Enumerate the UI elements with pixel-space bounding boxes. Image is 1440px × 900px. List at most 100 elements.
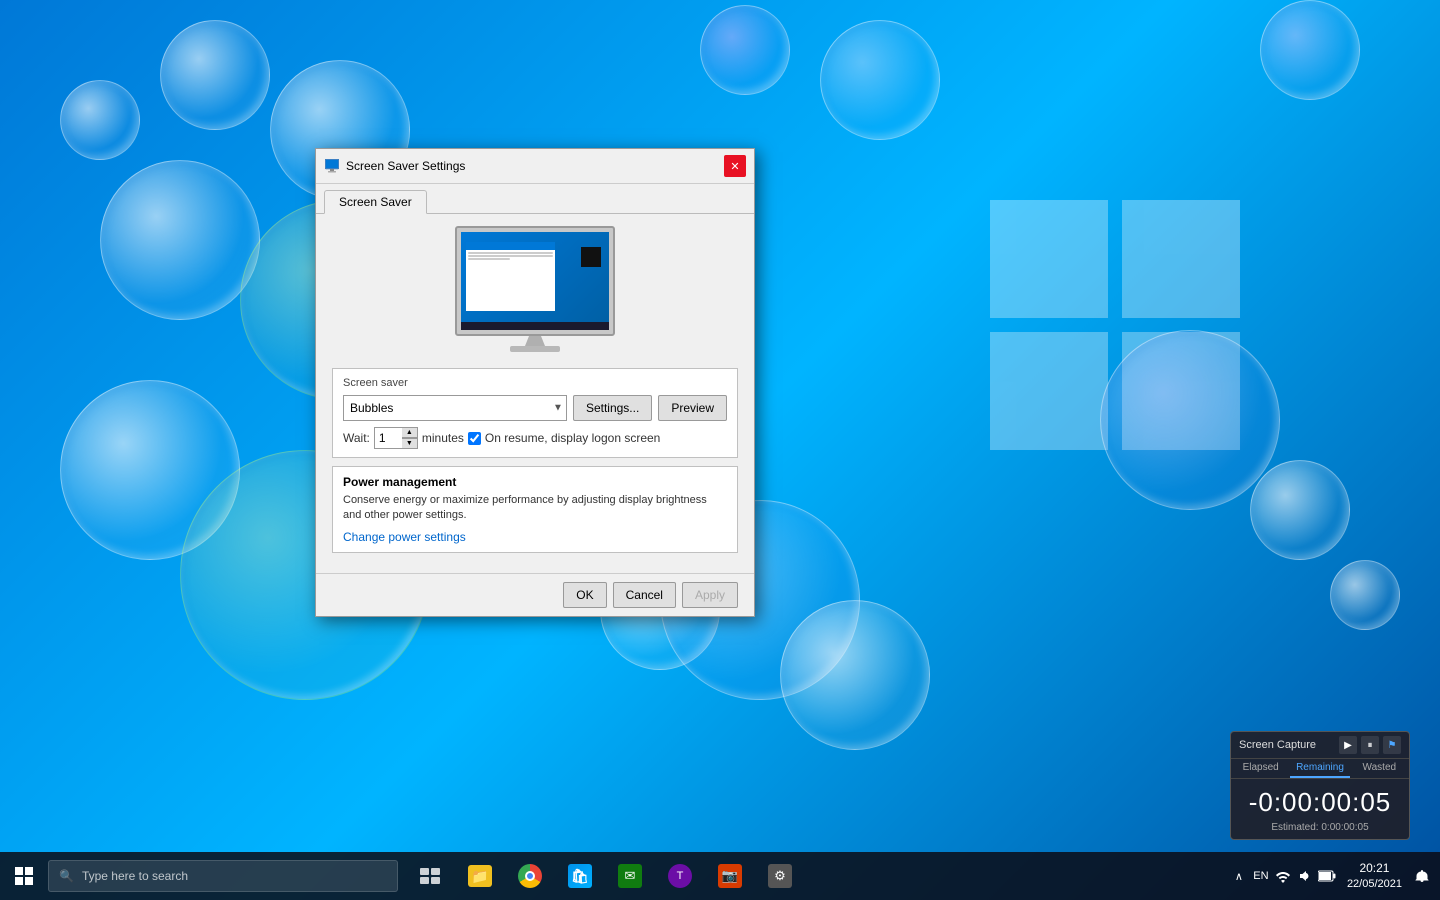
search-icon: 🔍 xyxy=(59,869,74,883)
bubble-decoration xyxy=(1330,560,1400,630)
monitor-preview xyxy=(332,226,738,356)
wait-row: Wait: ▲ ▼ minutes On resume, display log… xyxy=(343,427,727,449)
notification-button[interactable] xyxy=(1412,866,1432,886)
taskbar-search-bar[interactable]: 🔍 Type here to search xyxy=(48,860,398,892)
taskbar-file-explorer-button[interactable]: 📁 xyxy=(456,852,504,900)
clock-date: 22/05/2021 xyxy=(1347,877,1402,892)
bubble-decoration xyxy=(1100,330,1280,510)
taskbar-app-icons: 📁 🛍 ✉ xyxy=(406,852,804,900)
tray-arrow-button[interactable]: ∧ xyxy=(1229,866,1249,886)
screen-capture-widget: Screen Capture ▶ ⏸ ⚑ Elapsed Remaining W… xyxy=(1230,731,1410,840)
wait-label: Wait: xyxy=(343,431,370,445)
dialog-titlebar: Screen Saver Settings ✕ xyxy=(316,149,754,184)
monitor-screen-body xyxy=(466,250,555,311)
tray-battery-icon[interactable] xyxy=(1317,866,1337,886)
taskbar-task-view-button[interactable] xyxy=(406,852,454,900)
bubble-decoration xyxy=(60,80,140,160)
taskbar-chrome-button[interactable] xyxy=(506,852,554,900)
file-explorer-icon: 📁 xyxy=(468,865,492,887)
capture-tabs: Elapsed Remaining Wasted xyxy=(1231,759,1409,779)
preview-button[interactable]: Preview xyxy=(658,395,727,421)
bubble-decoration xyxy=(1250,460,1350,560)
taskbar-mail-button[interactable]: ✉ xyxy=(606,852,654,900)
taskbar-tray: ∧ EN 20:21 22/05/2021 xyxy=(1221,858,1440,894)
bubble-decoration xyxy=(820,20,940,140)
screensaver-section-label: Screen saver xyxy=(343,377,727,389)
capture-tab-wasted[interactable]: Wasted xyxy=(1350,759,1409,778)
bubble-decoration xyxy=(1260,0,1360,100)
store-icon: 🛍 xyxy=(568,864,592,888)
monitor-mini-taskbar xyxy=(461,322,609,330)
dialog-title: Screen Saver Settings xyxy=(346,159,724,173)
minutes-label: minutes xyxy=(422,431,464,445)
capture-estimated: Estimated: 0:00:00:05 xyxy=(1231,822,1409,839)
capture-tab-elapsed[interactable]: Elapsed xyxy=(1231,759,1290,778)
teams-icon: T xyxy=(668,864,692,888)
capture-controls: ▶ ⏸ ⚑ xyxy=(1339,736,1401,754)
wait-input-wrap: ▲ ▼ xyxy=(374,427,418,449)
resume-checkbox[interactable] xyxy=(468,432,481,445)
taskbar-camera-button[interactable]: 📷 xyxy=(706,852,754,900)
capture-tab-remaining[interactable]: Remaining xyxy=(1290,759,1349,778)
dialog-footer: OK Cancel Apply xyxy=(316,573,754,616)
power-management-desc: Conserve energy or maximize performance … xyxy=(343,493,727,524)
capture-pause-button[interactable]: ⏸ xyxy=(1361,736,1379,754)
tray-clock[interactable]: 20:21 22/05/2021 xyxy=(1341,858,1408,894)
search-placeholder-text: Type here to search xyxy=(82,869,188,883)
power-management-title: Power management xyxy=(343,475,727,489)
capture-flag-button[interactable]: ⚑ xyxy=(1383,736,1401,754)
mail-icon: ✉ xyxy=(618,864,642,888)
dialog-tabs: Screen Saver xyxy=(316,184,754,214)
spinner-up-button[interactable]: ▲ xyxy=(402,427,418,438)
monitor-screen-line xyxy=(468,252,553,254)
capture-title: Screen Capture xyxy=(1239,739,1316,751)
monitor-screen-titlebar xyxy=(466,242,555,250)
spinner-down-button[interactable]: ▼ xyxy=(402,438,418,449)
bubble-decoration xyxy=(780,600,930,750)
screen-saver-dialog: Screen Saver Settings ✕ Screen Saver xyxy=(315,148,755,617)
task-view-icon xyxy=(420,868,440,884)
resume-label-text: On resume, display logon screen xyxy=(485,431,660,445)
monitor-screen-square xyxy=(581,247,601,267)
start-button[interactable] xyxy=(0,852,48,900)
chrome-icon xyxy=(518,864,542,888)
power-management-section: Power management Conserve energy or maxi… xyxy=(332,466,738,553)
ok-button[interactable]: OK xyxy=(563,582,606,608)
change-power-settings-link[interactable]: Change power settings xyxy=(343,530,466,544)
camera-icon: 📷 xyxy=(718,864,742,888)
capture-play-button[interactable]: ▶ xyxy=(1339,736,1357,754)
desktop: Screen Saver Settings ✕ Screen Saver xyxy=(0,0,1440,900)
monitor-screen-line xyxy=(468,255,553,257)
windows-start-icon xyxy=(15,867,33,885)
dialog-close-button[interactable]: ✕ xyxy=(724,155,746,177)
screensaver-group: Screen saver Bubbles (None) 3D Text Blan… xyxy=(332,368,738,458)
tray-volume-icon[interactable] xyxy=(1295,866,1315,886)
taskbar: 🔍 Type here to search 📁 xyxy=(0,852,1440,900)
resume-checkbox-label[interactable]: On resume, display logon screen xyxy=(468,431,660,445)
screensaver-row: Bubbles (None) 3D Text Blank Mystify Pho… xyxy=(343,395,727,421)
taskbar-store-button[interactable]: 🛍 xyxy=(556,852,604,900)
taskbar-teams-button[interactable]: T xyxy=(656,852,704,900)
monitor-frame-wrap xyxy=(450,226,620,356)
screensaver-select-wrap: Bubbles (None) 3D Text Blank Mystify Pho… xyxy=(343,395,567,421)
cancel-button[interactable]: Cancel xyxy=(613,582,676,608)
monitor-screen-line xyxy=(468,258,510,260)
bubble-decoration xyxy=(160,20,270,130)
bubble-decoration xyxy=(100,160,260,320)
taskbar-settings-button[interactable]: ⚙ xyxy=(756,852,804,900)
tray-icons: ∧ EN xyxy=(1229,866,1337,886)
monitor-screen xyxy=(461,232,609,330)
monitor-frame xyxy=(455,226,615,336)
settings-button[interactable]: Settings... xyxy=(573,395,652,421)
monitor-screen-window xyxy=(466,242,555,311)
capture-header: Screen Capture ▶ ⏸ ⚑ xyxy=(1231,732,1409,759)
tray-network-icon[interactable] xyxy=(1273,866,1293,886)
settings-icon: ⚙ xyxy=(768,864,792,888)
dialog-body: Screen saver Bubbles (None) 3D Text Blan… xyxy=(316,214,754,573)
tab-screen-saver[interactable]: Screen Saver xyxy=(324,190,427,214)
apply-button[interactable]: Apply xyxy=(682,582,738,608)
screensaver-select[interactable]: Bubbles (None) 3D Text Blank Mystify Pho… xyxy=(343,395,567,421)
tray-language-button[interactable]: EN xyxy=(1251,866,1271,886)
bubble-decoration xyxy=(700,5,790,95)
dialog-app-icon xyxy=(324,158,340,174)
